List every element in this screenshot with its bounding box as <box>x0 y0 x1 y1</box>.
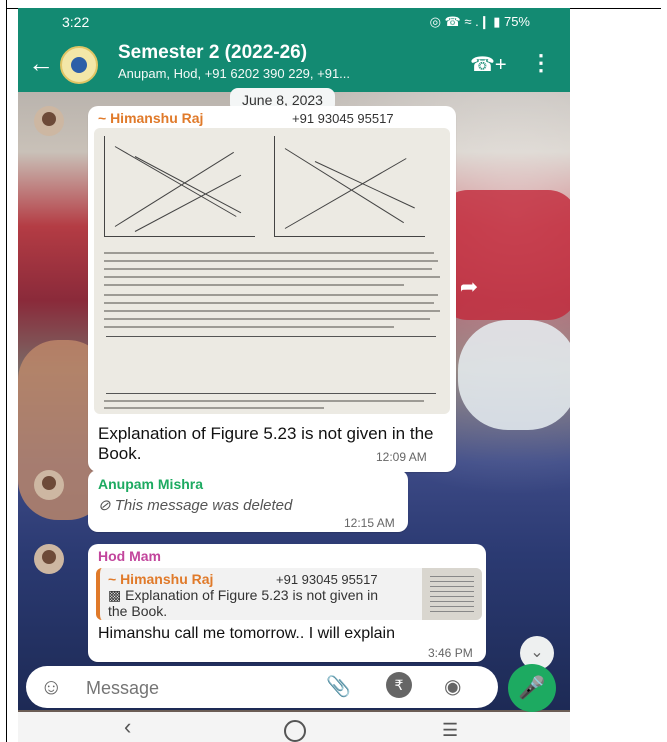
figure-left <box>104 136 255 237</box>
more-options-icon[interactable]: ⋮ <box>530 50 552 76</box>
group-avatar[interactable] <box>60 46 98 84</box>
document-table <box>106 336 436 394</box>
quoted-sender: ~ Himanshu Raj <box>108 571 214 587</box>
avatar[interactable] <box>34 544 64 574</box>
camera-icon[interactable]: ◉ <box>444 674 461 699</box>
message-time: 12:09 AM <box>376 450 427 464</box>
system-nav-bar: ‹ ☰ <box>18 712 570 742</box>
message-time: 12:15 AM <box>344 516 395 530</box>
shared-document-image[interactable] <box>94 128 450 414</box>
deleted-text: This message was deleted <box>114 497 293 514</box>
quoted-image-thumbnail <box>422 568 482 620</box>
quoted-message[interactable]: ~ Himanshu Raj +91 93045 95517 ▩ Explana… <box>96 568 482 620</box>
chat-header: ← Semester 2 (2022-26) Anupam, Hod, +91 … <box>18 36 570 92</box>
sender-name[interactable]: Anupam Mishra <box>98 476 203 492</box>
sender-phone: +91 93045 95517 <box>292 111 394 126</box>
nav-home-icon[interactable] <box>284 720 306 742</box>
message-input[interactable] <box>84 674 268 702</box>
message-bubble[interactable]: ~ Himanshu Raj +91 93045 95517 Explanati… <box>88 106 456 472</box>
status-bar: 3:22 ◎ ☎ ≈ .❙ ▮ 75% <box>18 8 570 36</box>
emoji-icon[interactable]: ☺ <box>40 674 62 700</box>
add-call-icon[interactable]: ☎+ <box>470 52 507 77</box>
sender-name[interactable]: Hod Mam <box>98 548 161 564</box>
forward-icon[interactable]: ➦ <box>454 274 484 304</box>
status-time: 3:22 <box>62 14 90 30</box>
frame-border-left <box>6 0 7 742</box>
sender-name[interactable]: ~ Himanshu Raj <box>98 110 203 126</box>
status-icons: ◎ ☎ ≈ .❙ ▮ 75% <box>429 14 530 29</box>
composer: ☺ 📎 ₹ ◉ <box>26 666 498 708</box>
blocked-icon: ⊘ <box>98 497 111 514</box>
avatar[interactable] <box>34 470 64 500</box>
message-bubble[interactable]: Anupam Mishra ⊘ This message was deleted… <box>88 470 408 532</box>
mic-icon[interactable]: 🎤 <box>508 664 556 712</box>
message-bubble[interactable]: Hod Mam ~ Himanshu Raj +91 93045 95517 ▩… <box>88 544 486 662</box>
nav-recents-icon[interactable]: ☰ <box>442 720 458 741</box>
quoted-text: ▩ Explanation of Figure 5.23 is not give… <box>108 587 379 619</box>
back-arrow-icon[interactable]: ← <box>28 50 54 76</box>
nav-back-icon[interactable]: ‹ <box>124 714 131 740</box>
figure-right <box>274 136 425 237</box>
deleted-message: ⊘ This message was deleted <box>98 496 292 514</box>
payment-icon[interactable]: ₹ <box>386 672 412 698</box>
chat-participants[interactable]: Anupam, Hod, +91 6202 390 229, +91... <box>118 66 350 81</box>
message-text: Himanshu call me tomorrow.. I will expla… <box>98 625 395 642</box>
image-icon: ▩ <box>108 587 122 603</box>
message-time: 3:46 PM <box>428 646 473 660</box>
attach-icon[interactable]: 📎 <box>326 674 351 699</box>
chat-title[interactable]: Semester 2 (2022-26) <box>118 42 307 64</box>
quoted-phone: +91 93045 95517 <box>276 572 378 587</box>
avatar[interactable] <box>34 106 64 136</box>
phone-screen: 3:22 ◎ ☎ ≈ .❙ ▮ 75% ← Semester 2 (2022-2… <box>18 8 570 742</box>
